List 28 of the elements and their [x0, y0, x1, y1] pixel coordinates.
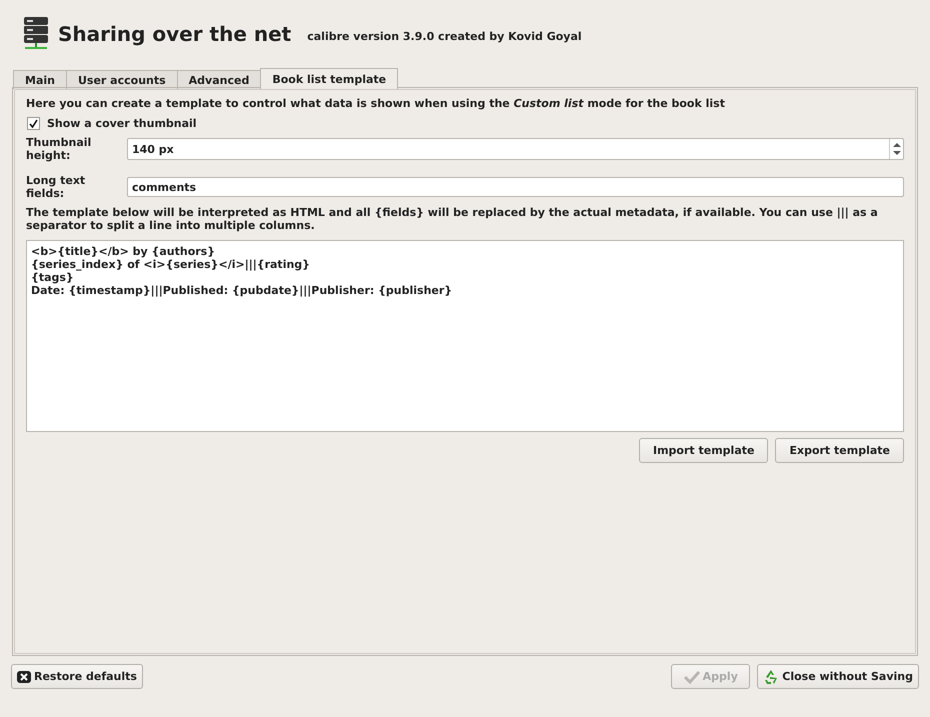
tab[interactable]: Main: [13, 70, 67, 89]
checkmark-icon: [684, 670, 700, 684]
tab[interactable]: Advanced: [176, 70, 262, 89]
template-line: <b>{title}</b> by {authors}: [31, 245, 216, 258]
intro-text: Here you can create a template to control what data is shown when using the Custom list mode for the book list: [26, 97, 726, 110]
template-note: The template below will be interpreted as HTML and all {fields} will be replaced by the actual metadata, if available. You can use ||| as a separator to split a line into multiple columns.: [26, 206, 879, 232]
checkbox-label: Show a cover thumbnail: [47, 117, 197, 130]
window-title: Sharing over the net: [58, 22, 292, 46]
restore-button[interactable]: Restore defaults: [11, 664, 143, 689]
field-label: Long text fields:: [26, 174, 86, 200]
tab[interactable]: Book list template: [260, 68, 398, 89]
close-icon: [17, 670, 31, 684]
template-button[interactable]: Export template: [775, 438, 904, 463]
template-editor[interactable]: <b>{title}</b> by {authors} {series_index} of <i>{series}</i>|||{rating} {tags} Date: {timestamp}|||Published: {pubdate}|||Publisher: {publisher}: [26, 240, 904, 432]
server-icon: [24, 17, 48, 51]
spin-box[interactable]: 140 px: [127, 138, 904, 160]
version-text: calibre version 3.9.0 created by Kovid Goyal: [307, 30, 582, 42]
template-line: Date: {timestamp}|||Published: {pubdate}|||Publisher: {publisher}: [31, 284, 452, 297]
template-button[interactable]: Import template: [639, 438, 768, 463]
field-label: Thumbnail height:: [26, 136, 92, 162]
spin-arrows-icon[interactable]: [892, 141, 900, 157]
template-line: {tags}: [31, 271, 74, 284]
template-line: {series_index} of <i>{series}</i>|||{rating}: [31, 258, 310, 271]
tab[interactable]: User accounts: [66, 70, 178, 89]
close-button[interactable]: Close without Saving: [757, 664, 919, 689]
checkbox[interactable]: [27, 117, 40, 130]
recycle-icon: [763, 668, 780, 684]
input-field[interactable]: comments: [127, 177, 904, 197]
